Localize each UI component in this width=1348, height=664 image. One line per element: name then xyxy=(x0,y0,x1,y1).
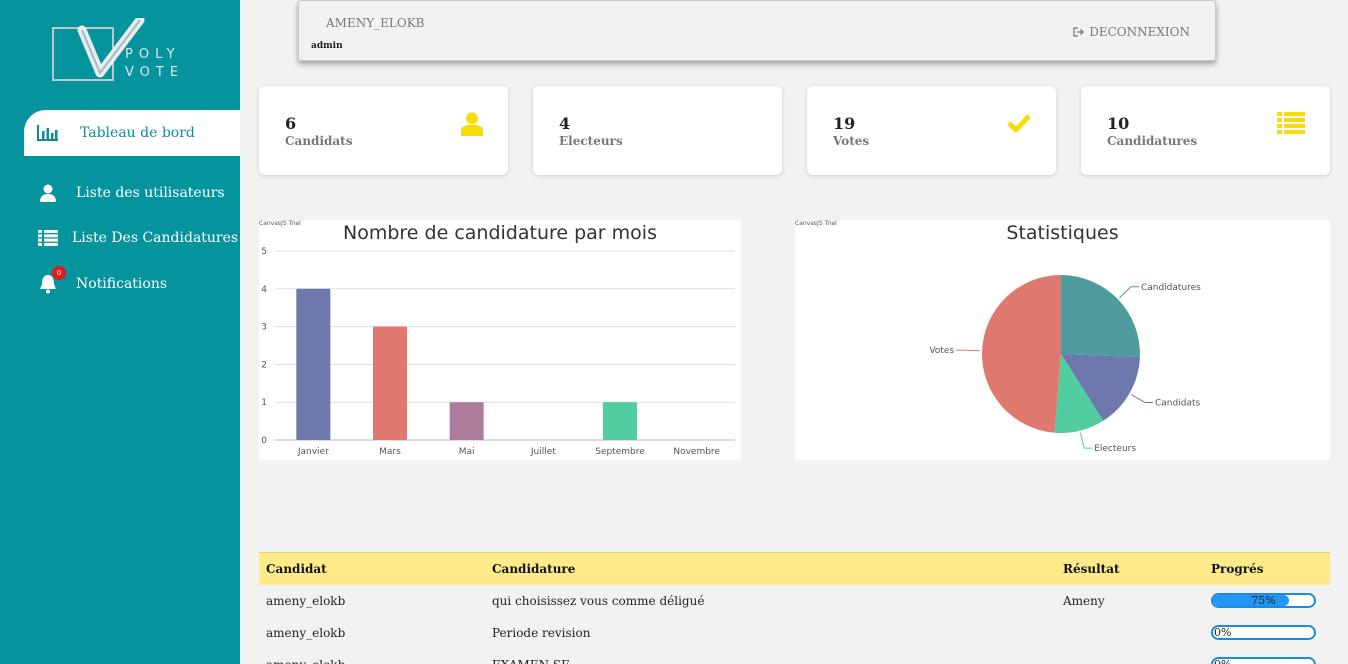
pie-slice xyxy=(1061,275,1140,358)
progress-label: 75% xyxy=(1251,594,1276,607)
pie-chart-panel: CanvasJS Trial Statistiques Candidatures… xyxy=(795,220,1330,460)
check-icon xyxy=(1007,114,1031,136)
chart-title: Statistiques xyxy=(1006,222,1119,244)
user-icon xyxy=(36,183,60,203)
sidebar-item-notifications[interactable]: 0 Notifications xyxy=(24,261,167,307)
sidebar-item-tableau-de-bord[interactable]: Tableau de bord xyxy=(24,110,240,156)
y-tick-label: 2 xyxy=(261,360,267,370)
bell-icon: 0 xyxy=(36,266,66,294)
pie-chart: Candidatures Candidats Electeurs Votes xyxy=(929,275,1201,454)
cell-candidature: EXAMEN SE xyxy=(485,649,1056,664)
list-icon xyxy=(1277,112,1305,138)
bar-chart: 0 1 2 3 4 5 Janvier Mars Mai Juillet Septembre Nove… xyxy=(261,247,735,457)
table-row[interactable]: ameny_elokb qui choisissez vous comme dé… xyxy=(259,585,1330,617)
sign-out-icon xyxy=(1073,27,1085,37)
column-header-candidat: Candidat xyxy=(259,552,485,585)
stat-value: 10 xyxy=(1107,114,1130,133)
stat-label: Electeurs xyxy=(559,134,623,148)
pie-label-line xyxy=(1130,394,1154,403)
x-tick-label: Janvier xyxy=(297,447,329,457)
cell-candidature: qui choisissez vous comme déligué xyxy=(492,593,705,608)
stat-card-electeurs: 4 Electeurs xyxy=(533,86,782,175)
stat-label: Candidats xyxy=(285,134,353,148)
cell-resultat xyxy=(1056,617,1204,649)
list-icon xyxy=(36,228,60,248)
stat-card-candidatures: 10 Candidatures xyxy=(1081,86,1330,175)
stat-label: Candidatures xyxy=(1107,134,1198,148)
pie-label-line xyxy=(1079,432,1093,449)
top-bar: AMENY_ELOKB admin DECONNEXION xyxy=(298,0,1216,61)
pie-slice-label: Votes xyxy=(929,346,954,356)
column-header-candidature: Candidature xyxy=(485,552,1056,585)
sidebar: POLY VOTE Tableau de bord Liste des util… xyxy=(0,0,240,664)
sidebar-item-label: Tableau de bord xyxy=(80,125,195,141)
cell-candidature: Periode revision xyxy=(492,625,591,640)
logo-word-vote: VOTE xyxy=(125,65,185,80)
sidebar-item-label: Liste des utilisateurs xyxy=(76,185,225,201)
cell-candidat: ameny_elokb xyxy=(266,593,346,608)
user-role: admin xyxy=(311,41,343,51)
x-tick-label: Mars xyxy=(379,447,401,457)
progress-bar: 0% xyxy=(1211,625,1316,640)
logo-word-poly: POLY xyxy=(125,47,181,62)
cell-candidat: ameny_elokb xyxy=(266,625,346,640)
stat-card-votes: 19 Votes xyxy=(807,86,1056,175)
x-tick-label: Mai xyxy=(459,447,475,457)
cell-progress: 75% xyxy=(1204,585,1330,617)
cell-resultat: Ameny xyxy=(1063,593,1105,608)
progress-label: 0% xyxy=(1214,659,1314,664)
stat-value: 6 xyxy=(285,114,297,133)
table-header-row: Candidat Candidature Résultat Progrés xyxy=(259,552,1330,585)
y-tick-label: 5 xyxy=(261,247,267,257)
pie-slice-label: Candidatures xyxy=(1141,283,1201,293)
x-tick-label: Septembre xyxy=(595,447,645,457)
pie-slice xyxy=(982,275,1061,433)
sidebar-item-liste-utilisateurs[interactable]: Liste des utilisateurs xyxy=(24,170,225,216)
table-row[interactable]: ameny_elokb Periode revision 0% xyxy=(259,617,1330,649)
notification-badge: 0 xyxy=(52,266,66,280)
stat-value: 4 xyxy=(559,114,571,133)
logout-button[interactable]: DECONNEXION xyxy=(1073,25,1190,39)
progress-label: 0% xyxy=(1214,626,1232,639)
progress-bar: 75% xyxy=(1211,593,1316,608)
table-row[interactable]: ameny_elokb EXAMEN SE 0% xyxy=(259,649,1330,664)
user-icon xyxy=(461,112,483,140)
progress-bar: 0% xyxy=(1211,657,1316,664)
bar-chart-panel: CanvasJS Trial Nombre de candidature par… xyxy=(259,220,741,460)
cell-resultat xyxy=(1056,649,1204,664)
sidebar-item-label: Notifications xyxy=(76,276,168,292)
stat-value: 19 xyxy=(833,114,856,133)
y-tick-label: 1 xyxy=(261,398,267,408)
cell-progress: 0% xyxy=(1204,649,1330,664)
pie-label-line xyxy=(956,349,981,352)
x-tick-label: Novembre xyxy=(673,447,720,457)
chart-title: Nombre de candidature par mois xyxy=(343,222,657,244)
pie-slice-label: Candidats xyxy=(1155,399,1200,409)
results-table: Candidat Candidature Résultat Progrés am… xyxy=(259,552,1330,664)
logout-label: DECONNEXION xyxy=(1089,25,1190,39)
cell-candidat: ameny_elokb xyxy=(259,649,485,664)
bar-chart-icon xyxy=(36,123,60,143)
sidebar-item-label: Liste Des Candidatures xyxy=(72,230,239,246)
y-tick-label: 3 xyxy=(261,323,267,333)
bar xyxy=(449,402,484,440)
x-tick-label: Juillet xyxy=(530,447,556,457)
stat-card-candidats: 6 Candidats xyxy=(259,86,508,175)
bar xyxy=(603,402,637,440)
stat-label: Votes xyxy=(833,134,870,148)
user-name: AMENY_ELOKB xyxy=(326,16,425,30)
pie-slice-label: Electeurs xyxy=(1094,444,1136,454)
bar xyxy=(296,288,331,440)
column-header-progres: Progrés xyxy=(1204,552,1330,585)
sidebar-item-liste-candidatures[interactable]: Liste Des Candidatures xyxy=(24,215,238,261)
cell-progress: 0% xyxy=(1204,617,1330,649)
pie-label-line xyxy=(1119,286,1139,299)
bar xyxy=(373,326,407,440)
y-tick-label: 4 xyxy=(261,285,267,295)
column-header-resultat: Résultat xyxy=(1056,552,1204,585)
y-tick-label: 0 xyxy=(261,436,267,446)
